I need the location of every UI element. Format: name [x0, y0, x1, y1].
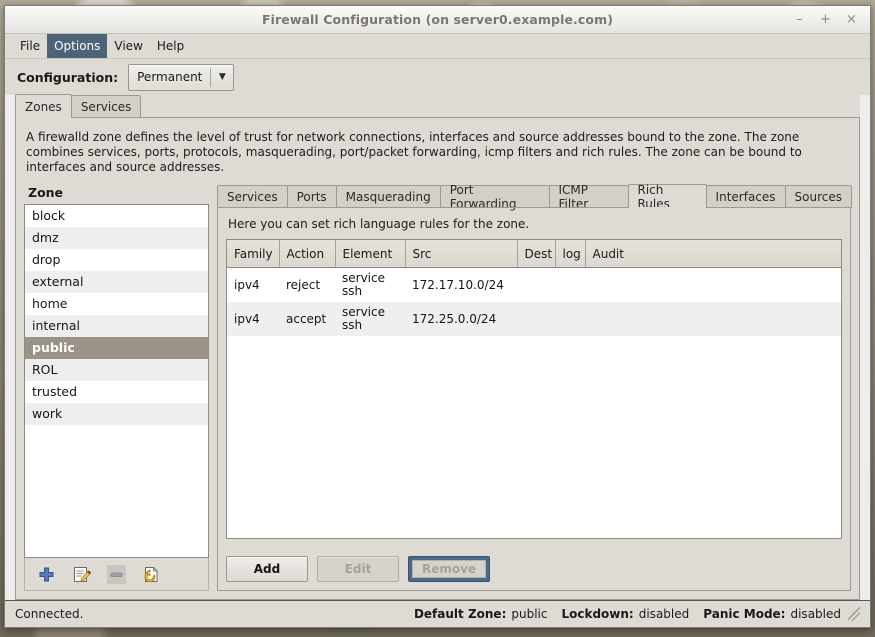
- zones-panel: A firewalld zone defines the level of tr…: [15, 118, 860, 600]
- column-header-log[interactable]: log: [555, 240, 586, 268]
- cell-family: ipv4: [227, 267, 279, 302]
- edit-zone-icon[interactable]: [72, 565, 92, 584]
- table-header-row: Family Action Element Src Dest log Audit: [227, 240, 841, 268]
- column-header-audit[interactable]: Audit: [585, 240, 841, 268]
- title-bar: Firewall Configuration (on server0.examp…: [5, 6, 870, 34]
- rich-rules-table-frame[interactable]: Family Action Element Src Dest log Audit: [226, 239, 842, 539]
- lockdown-value: disabled: [638, 607, 690, 621]
- zone-item-external[interactable]: external: [25, 271, 208, 293]
- connection-status: Connected.: [15, 607, 84, 621]
- tab-sources[interactable]: Sources: [784, 185, 852, 208]
- cell-src: 172.17.10.0/24: [405, 267, 517, 302]
- main-tabstrip: Zones Services: [15, 94, 860, 119]
- tab-rich-rules[interactable]: Rich Rules: [627, 183, 707, 211]
- column-header-element[interactable]: Element: [335, 240, 406, 268]
- cell-family: ipv4: [227, 302, 279, 336]
- cell-audit: [585, 267, 841, 302]
- load-default-zone-icon[interactable]: [142, 565, 161, 584]
- cell-element: service ssh: [335, 267, 405, 302]
- column-header-src[interactable]: Src: [405, 240, 518, 268]
- zone-description: A firewalld zone defines the level of tr…: [26, 130, 802, 174]
- zone-detail-tabstrip: Services Ports Masquerading Port Forward…: [217, 183, 852, 211]
- tab-masquerading[interactable]: Masquerading: [335, 185, 441, 208]
- zone-item-trusted[interactable]: trusted: [25, 381, 208, 403]
- minimize-icon[interactable]: –: [793, 13, 806, 26]
- cell-action: reject: [279, 267, 335, 302]
- menu-file[interactable]: File: [13, 34, 47, 58]
- remove-button: Remove: [408, 556, 490, 582]
- zone-item-rol[interactable]: ROL: [25, 359, 208, 381]
- configuration-value: Permanent: [137, 70, 203, 84]
- window-title: Firewall Configuration (on server0.examp…: [261, 12, 614, 27]
- cell-action: accept: [279, 302, 335, 336]
- tab-icmp-filter[interactable]: ICMP Filter: [548, 183, 629, 211]
- table-empty-area: [227, 336, 841, 538]
- add-zone-icon[interactable]: [37, 565, 56, 584]
- menu-options[interactable]: Options: [47, 34, 108, 58]
- resize-grip-icon[interactable]: [848, 607, 860, 621]
- zones-split: Zone block dmz drop external home intern…: [16, 183, 859, 599]
- close-icon[interactable]: ×: [845, 13, 858, 26]
- lockdown-label: Lockdown:: [561, 607, 634, 621]
- configuration-row: Configuration: Permanent ▼: [5, 59, 870, 95]
- panic-mode-value: disabled: [790, 607, 841, 621]
- zone-item-dmz[interactable]: dmz: [25, 227, 208, 249]
- table-row[interactable]: ipv4 accept service ssh 172.25.0.0/24: [227, 302, 841, 336]
- cell-element: service ssh: [335, 302, 405, 336]
- default-zone-value: public: [511, 607, 548, 621]
- menu-view[interactable]: View: [107, 34, 149, 58]
- zone-toolbar: [24, 558, 209, 591]
- column-header-action[interactable]: Action: [279, 240, 336, 268]
- zone-detail-column: Services Ports Masquerading Port Forward…: [217, 183, 852, 591]
- default-zone-label: Default Zone:: [413, 607, 507, 621]
- table-row[interactable]: ipv4 reject service ssh 172.17.10.0/24: [227, 267, 841, 302]
- maximize-icon[interactable]: +: [819, 13, 832, 26]
- cell-dest: [517, 267, 555, 302]
- cell-log: [555, 302, 585, 336]
- rich-rules-buttons: Add Edit Remove: [218, 539, 850, 590]
- menu-bar: File Options View Help: [5, 34, 870, 59]
- zone-item-public[interactable]: public: [25, 337, 208, 359]
- rich-rules-panel: Here you can set rich language rules for…: [217, 208, 851, 591]
- menu-help[interactable]: Help: [150, 34, 191, 58]
- zone-item-drop[interactable]: drop: [25, 249, 208, 271]
- tab-services[interactable]: Services: [70, 95, 142, 118]
- tab-port-forwarding[interactable]: Port Forwarding: [439, 183, 550, 211]
- tab-services-detail[interactable]: Services: [217, 185, 288, 208]
- edit-button: Edit: [317, 556, 399, 582]
- main-notebook: Zones Services A firewalld zone defines …: [15, 94, 860, 600]
- tab-zones[interactable]: Zones: [15, 94, 72, 119]
- configuration-label: Configuration:: [17, 69, 119, 85]
- zone-list[interactable]: block dmz drop external home internal pu…: [24, 204, 209, 558]
- remove-button-label: Remove: [412, 560, 486, 578]
- rich-rules-hint: Here you can set rich language rules for…: [228, 217, 530, 231]
- status-indicators: Default Zone: public Lockdown: disabled …: [414, 607, 860, 621]
- zone-item-internal[interactable]: internal: [25, 315, 208, 337]
- zone-list-header: Zone: [28, 185, 64, 200]
- chevron-down-icon: ▼: [218, 72, 226, 82]
- cell-log: [555, 267, 585, 302]
- configuration-select[interactable]: Permanent ▼: [128, 63, 235, 91]
- cell-dest: [517, 302, 555, 336]
- window-controls: – + ×: [793, 13, 870, 26]
- column-header-dest[interactable]: Dest: [517, 240, 556, 268]
- cell-src: 172.25.0.0/24: [405, 302, 517, 336]
- panic-mode-label: Panic Mode:: [703, 607, 786, 621]
- zone-item-home[interactable]: home: [25, 293, 208, 315]
- column-header-family[interactable]: Family: [227, 240, 280, 268]
- tab-ports[interactable]: Ports: [286, 185, 337, 208]
- zone-item-work[interactable]: work: [25, 403, 208, 425]
- zone-item-block[interactable]: block: [25, 205, 208, 227]
- add-button[interactable]: Add: [226, 556, 308, 582]
- firewall-configuration-window: Firewall Configuration (on server0.examp…: [4, 5, 871, 628]
- zone-list-column: Zone block dmz drop external home intern…: [24, 185, 209, 591]
- rich-rules-table: Family Action Element Src Dest log Audit: [227, 240, 841, 336]
- remove-zone-icon: [107, 564, 126, 584]
- status-bar: Connected. Default Zone: public Lockdown…: [5, 600, 870, 627]
- cell-audit: [585, 302, 841, 336]
- tab-interfaces[interactable]: Interfaces: [705, 185, 786, 208]
